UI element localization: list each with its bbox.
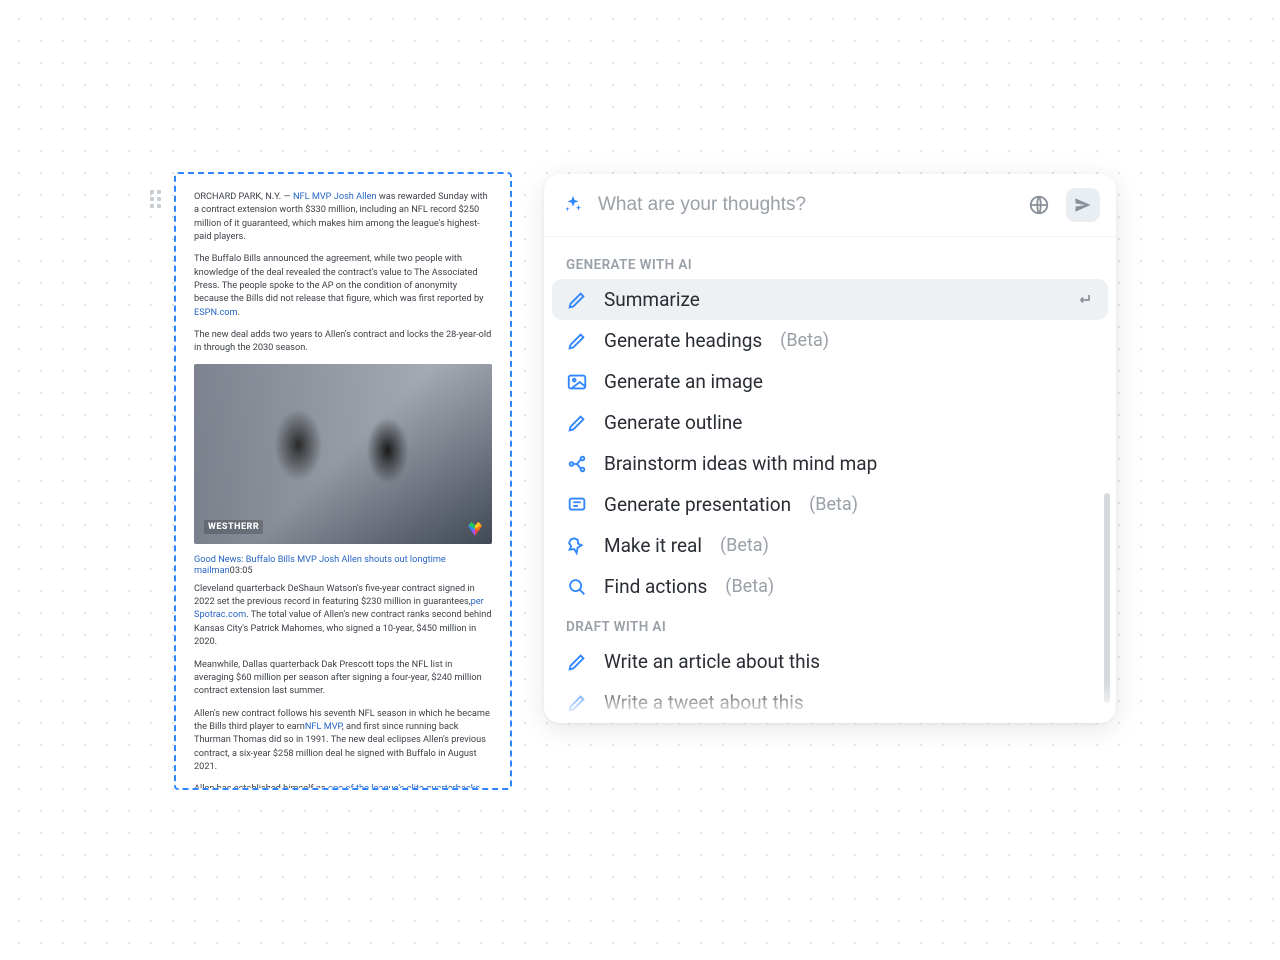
article-paragraph: ORCHARD PARK, N.Y. — NFL MVP Josh Allen … bbox=[194, 190, 492, 243]
article-link[interactable]: NFL MVP Josh Allen bbox=[293, 191, 377, 202]
menu-item-generate-headings[interactable]: Generate headings (Beta) bbox=[552, 320, 1108, 361]
send-button[interactable] bbox=[1066, 188, 1100, 222]
menu-item-write-tweet[interactable]: Write a tweet about this bbox=[552, 682, 1108, 723]
menu-item-label: Generate outline bbox=[604, 411, 742, 434]
video-duration: 03:05 bbox=[230, 565, 253, 576]
pencil-icon bbox=[566, 289, 588, 311]
enter-key-icon bbox=[1074, 290, 1094, 310]
nbc-peacock-icon bbox=[468, 522, 482, 536]
menu-section-label: GENERATE WITH AI bbox=[552, 245, 1108, 279]
article-paragraph: Allen has established himself as one of … bbox=[194, 782, 492, 790]
pencil-icon bbox=[566, 412, 588, 434]
menu-item-write-article[interactable]: Write an article about this bbox=[552, 641, 1108, 682]
image-watermark-text: WESTHERR bbox=[204, 520, 263, 534]
menu-item-label: Make it real bbox=[604, 534, 702, 557]
ai-input-row bbox=[544, 174, 1116, 237]
mindmap-icon bbox=[566, 453, 588, 475]
article-link[interactable]: NFL MVP bbox=[305, 721, 342, 732]
menu-item-find-actions[interactable]: Find actions (Beta) bbox=[552, 566, 1108, 607]
article-paragraph: Meanwhile, Dallas quarterback Dak Presco… bbox=[194, 658, 492, 698]
menu-item-label: Generate an image bbox=[604, 370, 763, 393]
article-link[interactable]: ESPN.com bbox=[194, 307, 238, 318]
globe-button[interactable] bbox=[1022, 188, 1056, 222]
menu-item-label: Summarize bbox=[604, 288, 700, 311]
pencil-icon bbox=[566, 692, 588, 714]
menu-item-label: Write a tweet about this bbox=[604, 691, 804, 714]
beta-badge: (Beta) bbox=[725, 576, 774, 597]
ai-command-popup: GENERATE WITH AI Summarize Generate head… bbox=[544, 174, 1116, 723]
beta-badge: (Beta) bbox=[809, 494, 858, 515]
block-drag-handle[interactable] bbox=[150, 190, 168, 208]
ai-prompt-input[interactable] bbox=[598, 194, 1008, 216]
menu-item-generate-presentation[interactable]: Generate presentation (Beta) bbox=[552, 484, 1108, 525]
menu-item-generate-outline[interactable]: Generate outline bbox=[552, 402, 1108, 443]
beta-badge: (Beta) bbox=[720, 535, 769, 556]
article-image: WESTHERR bbox=[194, 364, 492, 544]
image-icon bbox=[566, 371, 588, 393]
selected-article-card[interactable]: ORCHARD PARK, N.Y. — NFL MVP Josh Allen … bbox=[174, 172, 512, 790]
menu-item-summarize[interactable]: Summarize bbox=[552, 279, 1108, 320]
article-paragraph: Allen's new contract follows his seventh… bbox=[194, 707, 492, 774]
menu-item-label: Find actions bbox=[604, 575, 707, 598]
menu-item-brainstorm-mindmap[interactable]: Brainstorm ideas with mind map bbox=[552, 443, 1108, 484]
slides-icon bbox=[566, 494, 588, 516]
menu-item-label: Generate presentation bbox=[604, 493, 791, 516]
beta-badge: (Beta) bbox=[780, 330, 829, 351]
pin-icon bbox=[566, 535, 588, 557]
menu-scrollbar[interactable] bbox=[1104, 493, 1110, 703]
menu-item-label: Write an article about this bbox=[604, 650, 820, 673]
menu-item-label: Brainstorm ideas with mind map bbox=[604, 452, 877, 475]
search-icon bbox=[566, 576, 588, 598]
menu-item-generate-image[interactable]: Generate an image bbox=[552, 361, 1108, 402]
ai-menu: GENERATE WITH AI Summarize Generate head… bbox=[544, 237, 1116, 723]
menu-section-label: DRAFT WITH AI bbox=[552, 607, 1108, 641]
video-caption: Good News: Buffalo Bills MVP Josh Allen … bbox=[194, 554, 492, 576]
article-paragraph: The new deal adds two years to Allen's c… bbox=[194, 328, 492, 355]
article-link[interactable]: one of the league's elite quarterbacks bbox=[328, 783, 480, 790]
menu-item-make-it-real[interactable]: Make it real (Beta) bbox=[552, 525, 1108, 566]
article-paragraph: Cleveland quarterback DeShaun Watson's f… bbox=[194, 582, 492, 649]
article-paragraph: The Buffalo Bills announced the agreemen… bbox=[194, 252, 492, 319]
sparkle-icon bbox=[562, 194, 584, 216]
menu-item-label: Generate headings bbox=[604, 329, 762, 352]
pencil-icon bbox=[566, 651, 588, 673]
pencil-icon bbox=[566, 330, 588, 352]
